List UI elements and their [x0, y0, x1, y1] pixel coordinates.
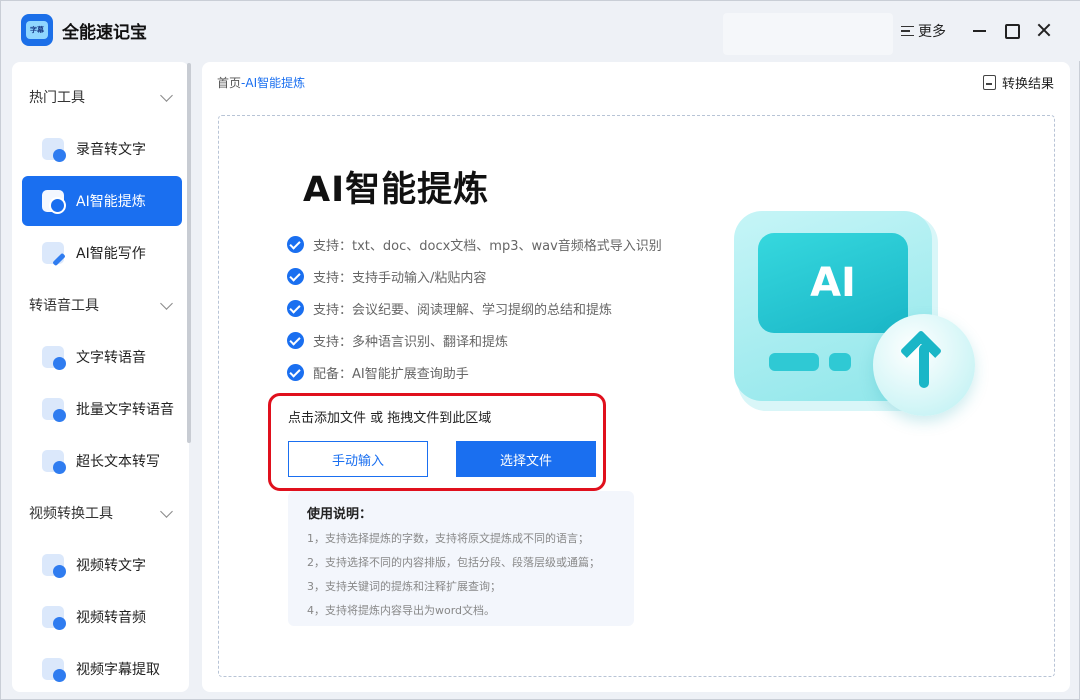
sidebar-item-video-to-text[interactable]: 视频转文字 [22, 540, 182, 590]
close-icon[interactable] [1035, 21, 1053, 39]
video-to-audio-icon [42, 606, 66, 630]
minimize-icon[interactable] [971, 21, 989, 39]
sidebar-group-video-tools[interactable]: 视频转换工具 [12, 493, 189, 533]
instruction-item: 3，支持关键词的提炼和注释扩展查询； [307, 580, 501, 593]
feature-text: 支持：多种语言识别、翻译和提炼 [313, 334, 509, 350]
file-drop-zone[interactable]: AI智能提炼 支持：txt、doc、docx文档、mp3、wav音频格式导入识别… [218, 115, 1055, 677]
ai-screen: AI [758, 233, 908, 333]
video-to-text-icon [42, 554, 66, 578]
sidebar-item-label: 视频转音频 [76, 610, 146, 626]
feature-text: 支持：会议纪要、阅读理解、学习提纲的总结和提炼 [313, 302, 613, 318]
title-bar-blank-area [723, 13, 893, 55]
feature-list: 支持：txt、doc、docx文档、mp3、wav音频格式导入识别 支持：支持手… [287, 228, 662, 388]
feature-item: 支持：支持手动输入/粘贴内容 [287, 260, 662, 292]
sidebar-item-label: 视频字幕提取 [76, 662, 160, 678]
check-circle-icon [287, 299, 304, 317]
chevron-down-icon [160, 89, 173, 102]
sidebar-group-label: 视频转换工具 [29, 506, 113, 522]
audio-to-text-icon [42, 138, 66, 162]
sidebar-group-hot-tools[interactable]: 热门工具 [12, 77, 189, 117]
check-circle-icon [287, 267, 304, 285]
sidebar-item-label: AI智能提炼 [76, 194, 146, 210]
long-text-icon [42, 450, 66, 474]
sidebar-item-ai-extract[interactable]: AI智能提炼 [22, 176, 182, 226]
sidebar-group-label: 热门工具 [29, 90, 85, 106]
title-bar: 字幕 全能速记宝 更多 [1, 1, 1080, 61]
breadcrumb-home[interactable]: 首页 [217, 76, 241, 90]
sidebar-item-label: AI智能写作 [76, 246, 146, 262]
document-icon [982, 75, 996, 90]
sidebar-item-label: 文字转语音 [76, 350, 146, 366]
upload-hint: 点击添加文件 或 拖拽文件到此区域 [288, 411, 492, 426]
upload-arrow-icon [873, 314, 975, 416]
sidebar-item-label: 视频转文字 [76, 558, 146, 574]
check-circle-icon [287, 331, 304, 349]
select-file-button[interactable]: 选择文件 [456, 441, 596, 477]
sidebar-item-label: 批量文字转语音 [76, 402, 174, 418]
sidebar-item-long-text-transcribe[interactable]: 超长文本转写 [22, 436, 182, 486]
page-title: AI智能提炼 [303, 170, 490, 210]
sidebar-item-video-to-audio[interactable]: 视频转音频 [22, 592, 182, 642]
feature-text: 支持：支持手动输入/粘贴内容 [313, 270, 487, 286]
breadcrumb: 首页-AI智能提炼 [217, 74, 305, 91]
instructions-title: 使用说明： [307, 507, 373, 522]
conversion-result-label: 转换结果 [1001, 77, 1054, 92]
feature-text: 配备：AI智能扩展查询助手 [313, 366, 469, 382]
instruction-item: 1，支持选择提炼的字数，支持将原文提炼成不同的语言； [307, 532, 589, 545]
sidebar: 热门工具 录音转文字 AI智能提炼 AI智能写作 转语音工具 文字转语音 批量文… [12, 62, 189, 692]
text-to-speech-icon [42, 346, 66, 370]
chevron-down-icon [160, 505, 173, 518]
sidebar-item-label: 超长文本转写 [76, 454, 160, 470]
upload-icon [42, 190, 66, 214]
breadcrumb-current: AI智能提炼 [245, 76, 306, 90]
sidebar-group-label: 转语音工具 [29, 298, 99, 314]
batch-speech-icon [42, 398, 66, 422]
sidebar-item-text-to-speech[interactable]: 文字转语音 [22, 332, 182, 382]
more-menu-label: 更多 [918, 24, 946, 40]
main-panel: 首页-AI智能提炼 转换结果 AI智能提炼 支持：txt、doc、docx文档、… [202, 62, 1070, 692]
sidebar-item-video-subtitle-extract[interactable]: 视频字幕提取 [22, 644, 182, 692]
sidebar-item-audio-to-text[interactable]: 录音转文字 [22, 124, 182, 174]
instruction-item: 2，支持选择不同的内容排版，包括分段、段落层级或通篇； [307, 556, 600, 569]
feature-text: 支持：txt、doc、docx文档、mp3、wav音频格式导入识别 [313, 238, 662, 254]
instruction-item: 4，支持将提炼内容导出为word文档。 [307, 604, 496, 617]
manual-input-button[interactable]: 手动输入 [288, 441, 428, 477]
sidebar-group-speech-tools[interactable]: 转语音工具 [12, 285, 189, 325]
subtitle-icon [42, 658, 66, 682]
sidebar-item-label: 录音转文字 [76, 142, 146, 158]
usage-instructions: 使用说明： 1，支持选择提炼的字数，支持将原文提炼成不同的语言； 2，支持选择不… [288, 491, 634, 626]
feature-item: 支持：会议纪要、阅读理解、学习提纲的总结和提炼 [287, 292, 662, 324]
feature-item: 配备：AI智能扩展查询助手 [287, 356, 662, 388]
app-logo-icon: 字幕 [21, 14, 53, 46]
sidebar-item-ai-writing[interactable]: AI智能写作 [22, 228, 182, 278]
conversion-result-button[interactable]: 转换结果 [982, 73, 1054, 92]
chevron-down-icon [160, 297, 173, 310]
menu-lines-icon [901, 25, 914, 37]
maximize-icon[interactable] [1003, 21, 1021, 39]
check-circle-icon [287, 363, 304, 381]
pen-icon [42, 242, 64, 264]
sidebar-item-batch-text-to-speech[interactable]: 批量文字转语音 [22, 384, 182, 434]
upload-area-highlight: 点击添加文件 或 拖拽文件到此区域 手动输入 选择文件 [268, 393, 606, 491]
app-logo-text: 字幕 [26, 21, 48, 39]
more-menu-button[interactable]: 更多 [901, 21, 946, 41]
feature-item: 支持：txt、doc、docx文档、mp3、wav音频格式导入识别 [287, 228, 662, 260]
feature-item: 支持：多种语言识别、翻译和提炼 [287, 324, 662, 356]
app-title: 全能速记宝 [62, 23, 147, 43]
ai-upload-illustration: AI [734, 211, 984, 421]
sidebar-scrollbar[interactable] [187, 63, 191, 443]
check-circle-icon [287, 235, 304, 253]
